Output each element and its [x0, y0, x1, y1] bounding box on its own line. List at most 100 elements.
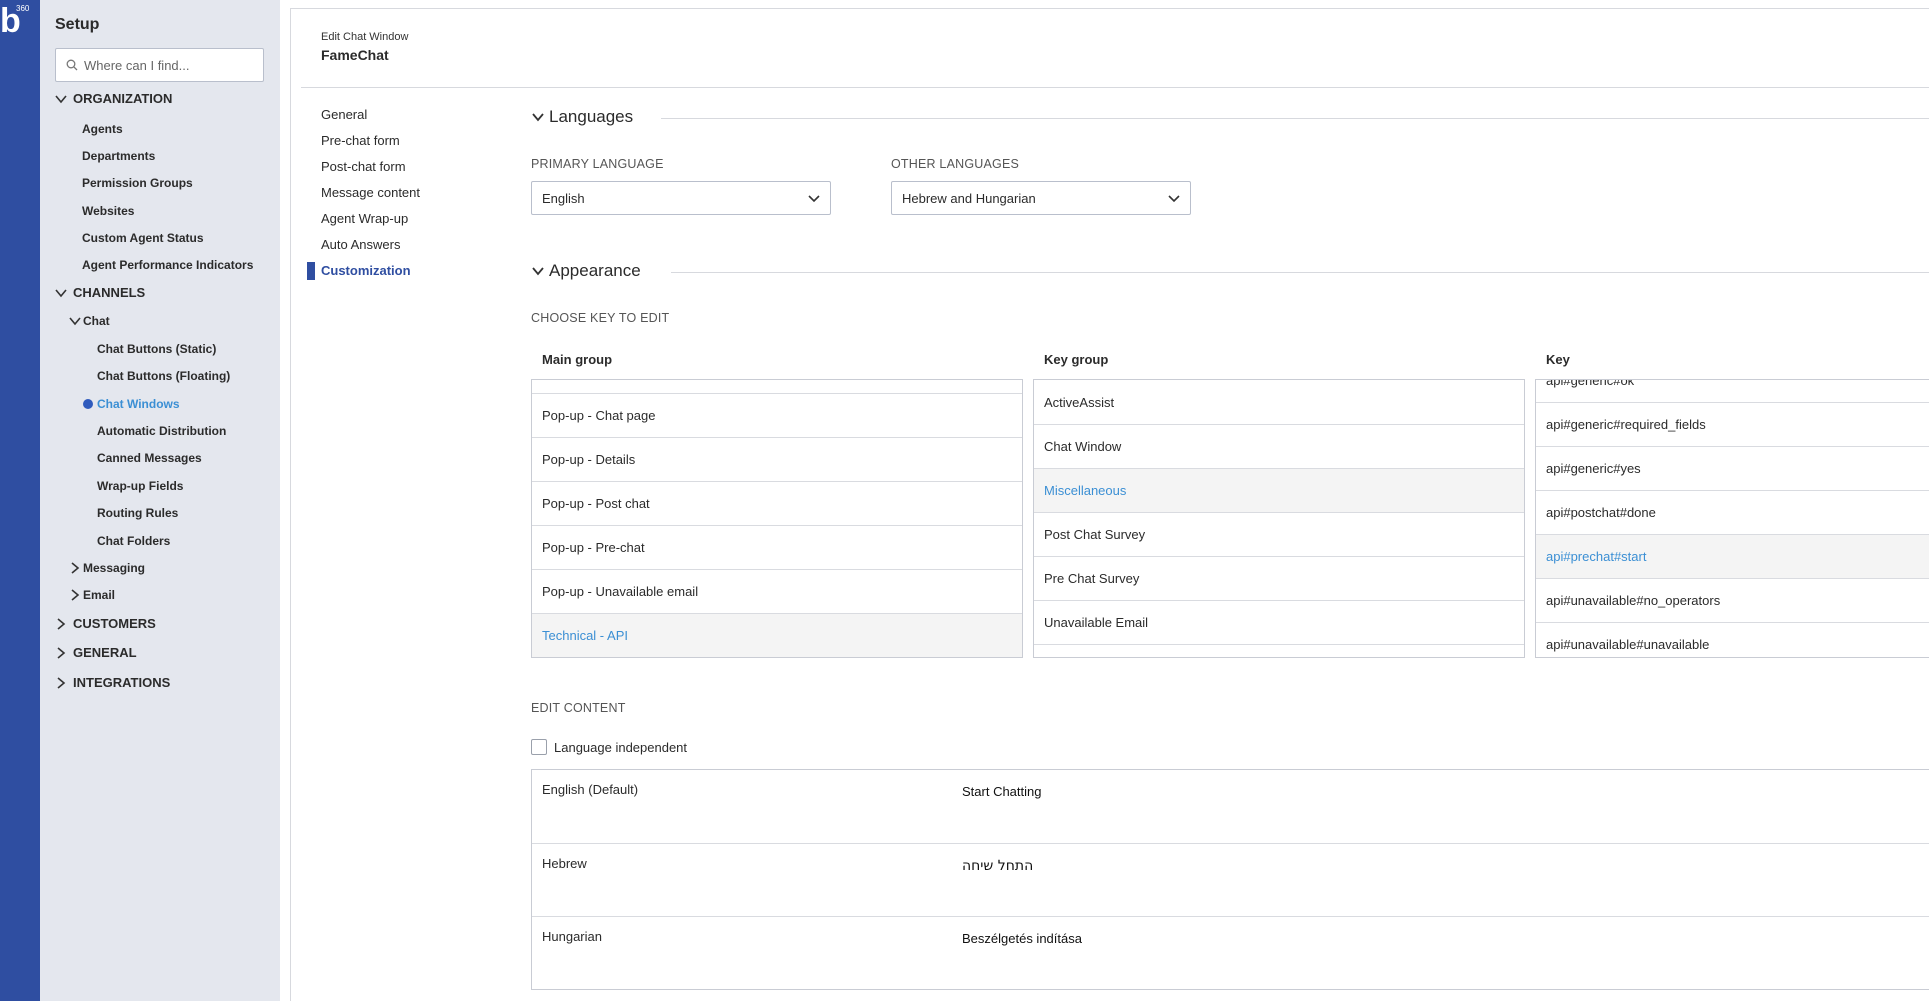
- sidebar-item-routing-rules[interactable]: Routing Rules: [97, 506, 178, 520]
- key-item[interactable]: api#generic#required_fields: [1536, 402, 1929, 446]
- appearance-title: Appearance: [549, 261, 641, 280]
- other-languages-select[interactable]: Hebrew and Hungarian: [891, 181, 1191, 215]
- languages-section-toggle[interactable]: Languages: [531, 107, 633, 127]
- main-group-item[interactable]: Pop-up - Details: [532, 437, 1022, 481]
- main-group-item[interactable]: Pop-up - Chat page: [532, 393, 1022, 437]
- sidebar-item-automatic-distribution[interactable]: Automatic Distribution: [97, 424, 226, 438]
- sidebar-item-custom-agent-status[interactable]: Custom Agent Status: [82, 231, 204, 245]
- subnav-auto-answers[interactable]: Auto Answers: [321, 237, 401, 252]
- key-group-item[interactable]: Post Chat Survey: [1034, 512, 1524, 556]
- sidebar-item-agents[interactable]: Agents: [82, 122, 123, 136]
- key-item[interactable]: api#generic#yes: [1536, 446, 1929, 490]
- sidebar-item-wrap-up-fields[interactable]: Wrap-up Fields: [97, 479, 183, 493]
- appearance-rule: [671, 272, 1929, 273]
- setup-sidebar: Setup ORGANIZATION Agents Departments Pe…: [40, 0, 280, 1001]
- key-list[interactable]: api#generic#ok api#generic#required_fiel…: [1535, 379, 1929, 658]
- sidebar-item-chat-buttons-static[interactable]: Chat Buttons (Static): [97, 342, 216, 356]
- sidebar-item-agent-performance-indicators[interactable]: Agent Performance Indicators: [82, 258, 253, 272]
- sidebar-item-departments[interactable]: Departments: [82, 149, 155, 163]
- header-divider: [301, 87, 1929, 88]
- edit-row-value[interactable]: התחל שיחה: [962, 858, 1033, 874]
- key-group-item[interactable]: ActiveAssist: [1034, 380, 1524, 424]
- sidebar-item-chat[interactable]: Chat: [68, 314, 110, 328]
- section-general[interactable]: GENERAL: [54, 645, 137, 660]
- chevron-right-icon: [57, 646, 66, 659]
- main-panel: Edit Chat Window FameChat General Pre-ch…: [290, 8, 1929, 1001]
- main-group-list[interactable]: Pop-up - Chat page Pop-up - Details Pop-…: [531, 379, 1023, 658]
- chevron-down-icon: [808, 195, 820, 203]
- search-box[interactable]: [55, 48, 264, 82]
- subnav-post-chat-form[interactable]: Post-chat form: [321, 159, 406, 174]
- subnav-pre-chat-form[interactable]: Pre-chat form: [321, 133, 400, 148]
- chevron-right-icon: [71, 589, 80, 601]
- section-general-label: GENERAL: [73, 645, 137, 660]
- key-item[interactable]: api#unavailable#no_operators: [1536, 578, 1929, 622]
- sidebar-item-messaging-label: Messaging: [83, 561, 146, 575]
- sidebar-title: Setup: [55, 16, 100, 33]
- main-group-header: Main group: [542, 352, 613, 367]
- section-integrations[interactable]: INTEGRATIONS: [54, 675, 170, 690]
- chevron-down-icon: [69, 317, 81, 326]
- key-group-item[interactable]: Unavailable Email: [1034, 600, 1524, 644]
- edit-row-value[interactable]: Start Chatting: [962, 784, 1042, 799]
- key-group-item[interactable]: Chat Window: [1034, 424, 1524, 468]
- key-item[interactable]: api#generic#ok: [1536, 380, 1929, 402]
- sidebar-item-permission-groups[interactable]: Permission Groups: [82, 176, 193, 190]
- section-organization-label: ORGANIZATION: [73, 91, 173, 106]
- subnav-agent-wrap-up[interactable]: Agent Wrap-up: [321, 211, 408, 226]
- language-independent-label: Language independent: [554, 740, 688, 755]
- sidebar-item-email-label: Email: [83, 588, 116, 602]
- appearance-section-toggle[interactable]: Appearance: [531, 261, 641, 281]
- key-group-item-empty: [1034, 644, 1524, 657]
- sidebar-item-canned-messages[interactable]: Canned Messages: [97, 451, 202, 465]
- subnav-customization[interactable]: Customization: [321, 263, 411, 278]
- key-header: Key: [1546, 352, 1570, 367]
- edit-row-value[interactable]: Beszélgetés indítása: [962, 931, 1082, 946]
- edit-row-language: English (Default): [542, 782, 639, 797]
- primary-language-select[interactable]: English: [531, 181, 831, 215]
- edit-row-hungarian: Hungarian Beszélgetés indítása: [532, 916, 1929, 989]
- chevron-down-icon: [1168, 195, 1180, 203]
- chevron-right-icon: [71, 562, 80, 574]
- main-group-item-selected[interactable]: Technical - API: [532, 613, 1022, 657]
- sidebar-item-websites[interactable]: Websites: [82, 204, 134, 218]
- section-channels-label: CHANNELS: [73, 285, 146, 300]
- sidebar-item-chat-label: Chat: [83, 314, 110, 328]
- edit-row-language: Hungarian: [542, 929, 602, 944]
- key-group-item-selected[interactable]: Miscellaneous: [1034, 468, 1524, 512]
- other-languages-value: Hebrew and Hungarian: [902, 191, 1036, 206]
- section-customers-label: CUSTOMERS: [73, 616, 156, 631]
- active-indicator-dot: [83, 399, 93, 409]
- section-channels[interactable]: CHANNELS: [54, 285, 145, 300]
- languages-title: Languages: [549, 107, 634, 126]
- sidebar-item-chat-windows[interactable]: Chat Windows: [97, 397, 180, 411]
- brand-superscript: 360: [16, 4, 30, 13]
- sidebar-item-messaging[interactable]: Messaging: [68, 561, 145, 575]
- key-group-item[interactable]: Pre Chat Survey: [1034, 556, 1524, 600]
- subnav-general[interactable]: General: [321, 107, 367, 122]
- subnav-active-bar: [307, 262, 315, 280]
- key-item[interactable]: api#postchat#done: [1536, 490, 1929, 534]
- sidebar-item-chat-buttons-floating[interactable]: Chat Buttons (Floating): [97, 369, 230, 383]
- main-group-item[interactable]: Pop-up - Pre-chat: [532, 525, 1022, 569]
- key-group-header: Key group: [1044, 352, 1109, 367]
- key-item-selected[interactable]: api#prechat#start: [1536, 534, 1929, 578]
- search-input[interactable]: [84, 49, 260, 81]
- main-group-item[interactable]: Pop-up - Unavailable email: [532, 569, 1022, 613]
- sidebar-item-email[interactable]: Email: [68, 588, 115, 602]
- chevron-down-icon: [532, 113, 544, 122]
- subnav-message-content[interactable]: Message content: [321, 185, 420, 200]
- key-item[interactable]: api#unavailable#unavailable: [1536, 622, 1929, 657]
- languages-rule: [661, 118, 1929, 119]
- section-organization[interactable]: ORGANIZATION: [54, 91, 172, 106]
- brand-logo[interactable]: b 360: [0, 0, 40, 44]
- sidebar-item-chat-folders[interactable]: Chat Folders: [97, 534, 170, 548]
- edit-row-hebrew: Hebrew התחל שיחה: [532, 843, 1929, 916]
- main-group-item[interactable]: Pop-up - Post chat: [532, 481, 1022, 525]
- key-group-list[interactable]: ActiveAssist Chat Window Miscellaneous P…: [1033, 379, 1525, 658]
- section-customers[interactable]: CUSTOMERS: [54, 616, 156, 631]
- other-languages-label: OTHER LANGUAGES: [891, 157, 1020, 171]
- language-independent-checkbox[interactable]: [531, 739, 547, 755]
- edit-row-english: English (Default) Start Chatting: [532, 770, 1929, 843]
- primary-language-value: English: [542, 191, 585, 206]
